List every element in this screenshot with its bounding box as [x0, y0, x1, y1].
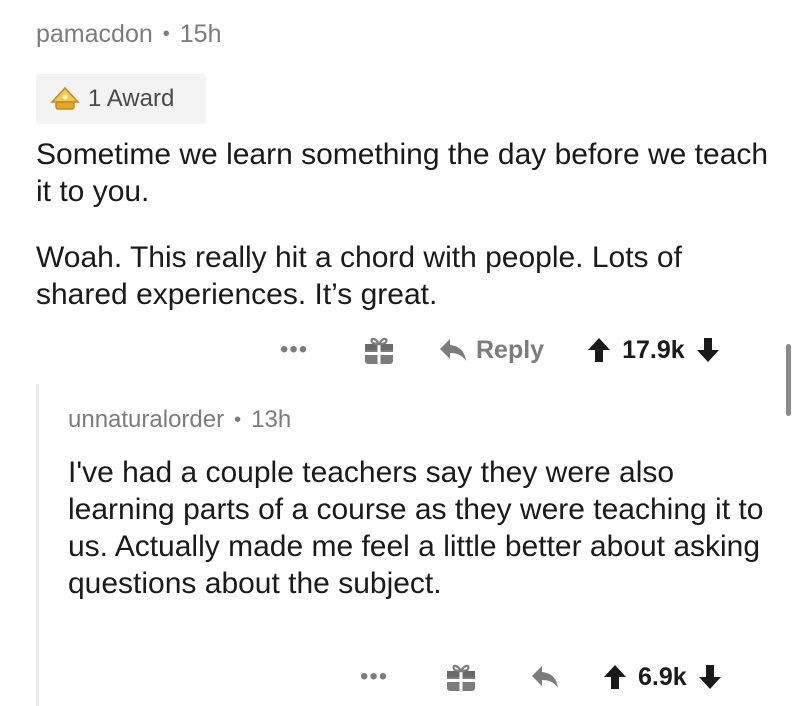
- reply-button[interactable]: [530, 664, 560, 690]
- gift-icon[interactable]: [444, 660, 478, 694]
- comment-paragraph-1: Sometime we learn something the day befo…: [36, 138, 769, 208]
- scrollbar-thumb[interactable]: [786, 344, 791, 416]
- comment-score: 17.9k: [622, 335, 685, 364]
- reply-action-bar: ••• 6.9k: [360, 657, 723, 697]
- comment-paragraph-2: Woah. This really hit a chord with peopl…: [36, 241, 682, 311]
- comment-author[interactable]: pamacdon: [36, 20, 153, 49]
- comment-age: 15h: [179, 20, 222, 48]
- thread-line[interactable]: [36, 384, 39, 706]
- award-label: 1 Award: [88, 85, 175, 112]
- meta-separator: •: [234, 408, 242, 431]
- vote-group: 6.9k: [602, 663, 723, 692]
- more-options-icon[interactable]: •••: [360, 663, 400, 691]
- reply-header: unnaturalorder • 13h: [68, 406, 291, 434]
- reply-score: 6.9k: [638, 662, 687, 691]
- gift-icon[interactable]: [362, 333, 396, 367]
- vote-group: 17.9k: [586, 336, 721, 365]
- reply-author[interactable]: unnaturalorder: [68, 406, 224, 434]
- reply-body: I've had a couple teachers say they were…: [68, 456, 764, 600]
- reply-arrow-icon: [532, 666, 558, 688]
- more-options-icon[interactable]: •••: [280, 336, 320, 364]
- reply-button[interactable]: Reply: [438, 336, 544, 365]
- upvote-arrow-icon[interactable]: [586, 336, 612, 364]
- downvote-arrow-icon[interactable]: [695, 336, 721, 364]
- reply-label: Reply: [476, 335, 545, 364]
- award-icon: [50, 86, 80, 110]
- award-badge[interactable]: 1 Award: [36, 74, 206, 124]
- upvote-arrow-icon[interactable]: [602, 663, 628, 691]
- reply-age: 13h: [251, 406, 292, 433]
- meta-separator: •: [162, 23, 170, 45]
- reply-arrow-icon: [440, 339, 466, 361]
- downvote-arrow-icon[interactable]: [697, 663, 723, 691]
- comment-header: pamacdon • 15h: [36, 20, 221, 49]
- comment-action-bar: ••• Reply 17.9k: [280, 330, 721, 370]
